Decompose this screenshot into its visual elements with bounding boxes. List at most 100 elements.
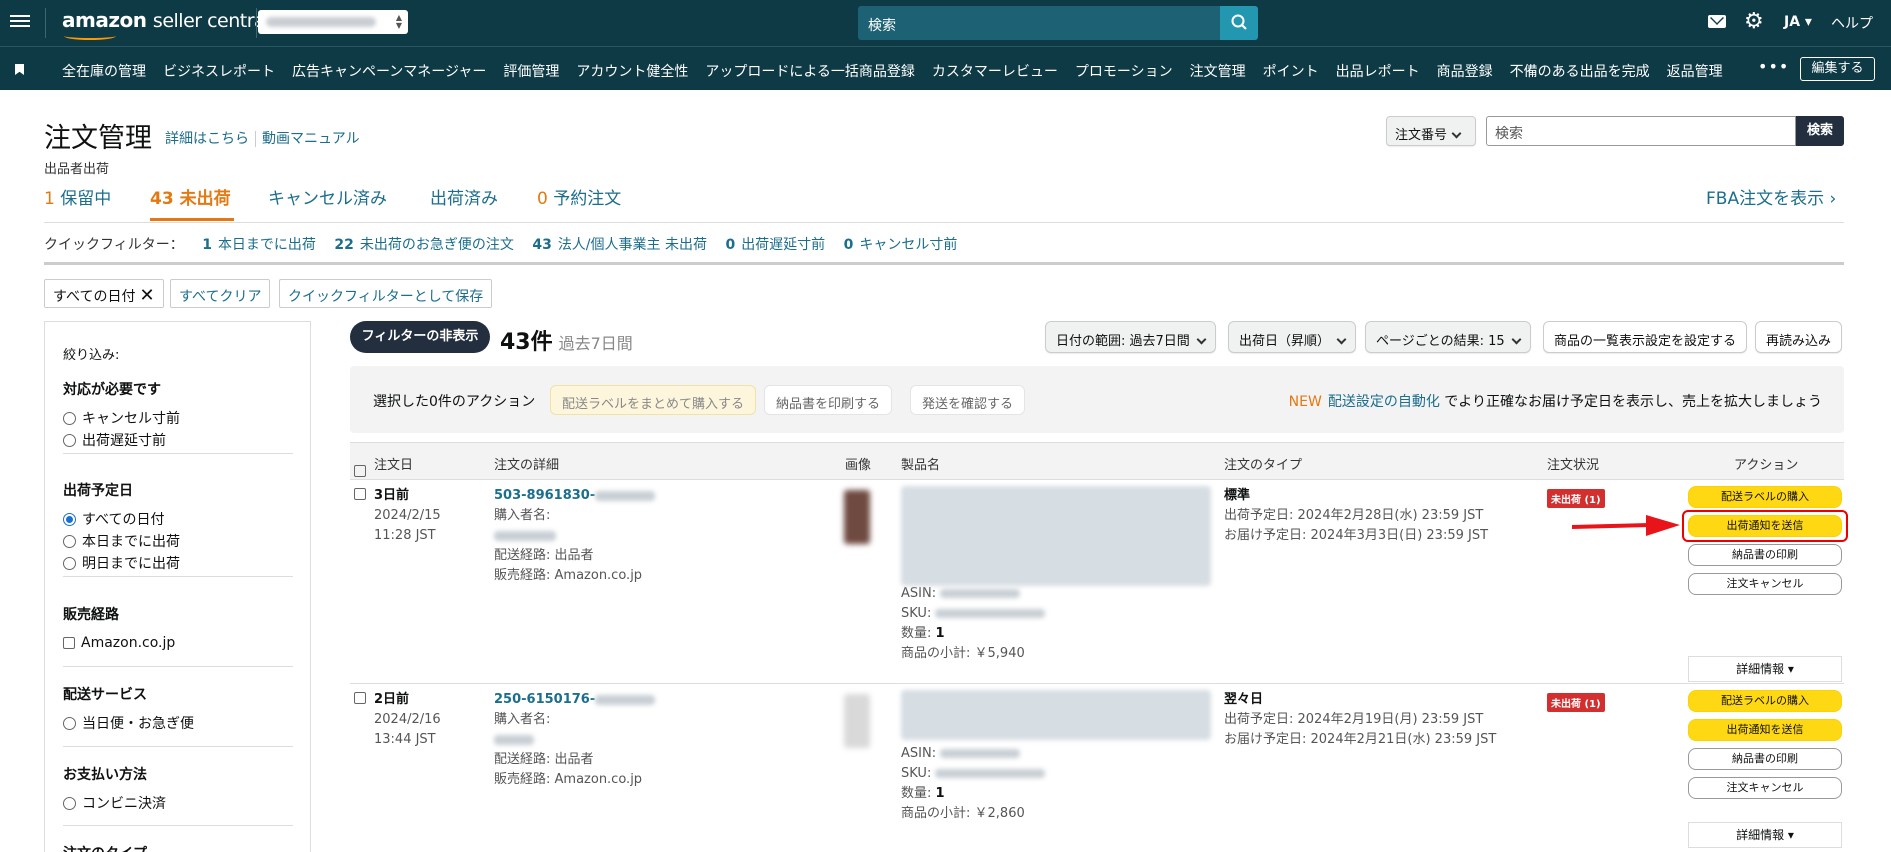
order-details-cell: 503-8961830- 購入者名: 配送経路: 出品者 販売経路: Amazo… [494, 486, 656, 586]
cancel-order-button[interactable]: 注文キャンセル [1688, 777, 1842, 799]
checkbox[interactable] [354, 692, 366, 704]
quick-filter-near-cancel[interactable]: 0 キャンセル寸前 [844, 237, 958, 253]
product-image[interactable] [844, 490, 870, 544]
print-packing-slip-button[interactable]: 納品書の印刷 [1688, 748, 1842, 770]
nav-item-campaign-manager[interactable]: 広告キャンペーンマネージャー [292, 61, 486, 81]
row-checkbox[interactable] [354, 692, 372, 708]
nav-item-inventory[interactable]: 全在庫の管理 [62, 61, 146, 81]
print-packing-slip-button[interactable]: 納品書の印刷 [1688, 544, 1842, 566]
nav-item-returns[interactable]: 返品管理 [1667, 61, 1723, 81]
shipping-automation-link[interactable]: 配送設定の自動化 [1328, 394, 1440, 410]
nav-item-business-reports[interactable]: ビジネスレポート [163, 61, 275, 81]
nav-item-bulk-upload[interactable]: アップロードによる一括商品登録 [705, 61, 915, 81]
filter-chip-all-dates[interactable]: すべての日付 ✕ [44, 279, 164, 308]
nav-item-orders[interactable]: 注文管理 [1190, 61, 1246, 81]
nav-item-points[interactable]: ポイント [1263, 61, 1319, 81]
mail-icon[interactable] [1708, 15, 1726, 28]
column-order-type: 注文のタイプ [1224, 458, 1303, 473]
video-manual-link[interactable]: 動画マニュアル [262, 131, 360, 147]
amazon-seller-central-logo[interactable]: amazon seller central [62, 8, 270, 40]
print-packing-slip-button[interactable]: 納品書を印刷する [764, 385, 893, 415]
radio-button[interactable] [63, 796, 76, 810]
redacted-product-name[interactable] [901, 690, 1211, 740]
confirm-shipment-button[interactable]: 発送を確認する [910, 385, 1026, 415]
filter-option-all-dates[interactable]: すべての日付 [63, 508, 293, 530]
tab-cancelled[interactable]: キャンセル済み [268, 184, 387, 209]
cancel-order-button[interactable]: 注文キャンセル [1688, 573, 1842, 595]
order-search-type-select[interactable]: 注文番号 [1386, 116, 1476, 146]
redacted-product-name[interactable] [901, 486, 1211, 586]
bulk-action-label: 選択した0件のアクション [373, 394, 536, 410]
product-image[interactable] [844, 694, 870, 748]
more-details-button[interactable]: 詳細情報 ▾ [1688, 656, 1842, 682]
tab-pending[interactable]: 1 保留中 [44, 184, 111, 209]
filter-option-near-cancel[interactable]: キャンセル寸前 [63, 407, 293, 429]
quick-filter-prime-unshipped[interactable]: 22 未出荷のお急ぎ便の注文 [334, 237, 513, 253]
radio-button[interactable] [63, 433, 76, 447]
filter-section-order-type: 注文のタイプ [63, 843, 293, 852]
nav-item-promotions[interactable]: プロモーション [1075, 61, 1173, 81]
nav-item-feedback[interactable]: 評価管理 [503, 61, 559, 81]
language-selector[interactable]: JA ▾ [1784, 14, 1812, 30]
filter-option-ship-today[interactable]: 本日までに出荷 [63, 530, 293, 552]
send-shipping-notification-button[interactable]: 出荷通知を送信 [1688, 719, 1842, 741]
bookmark-icon[interactable] [15, 64, 24, 75]
column-order-date[interactable]: 注文日 [374, 454, 413, 473]
tab-unshipped[interactable]: 43 未出荷 [150, 184, 231, 209]
checkbox[interactable] [354, 465, 366, 477]
learn-more-link[interactable]: 詳細はこちら [165, 131, 249, 147]
tab-preorder[interactable]: 0 予約注文 [537, 184, 621, 209]
close-icon[interactable]: ✕ [139, 285, 154, 306]
radio-button[interactable] [63, 534, 76, 548]
radio-button[interactable] [63, 556, 76, 570]
quick-filter-ship-today[interactable]: 1 本日までに出荷 [202, 237, 316, 253]
more-details-button[interactable]: 詳細情報 ▾ [1688, 822, 1842, 848]
order-search-button[interactable]: 検索 [1796, 116, 1844, 146]
global-search-input[interactable]: 検索 [858, 6, 1220, 40]
subtotal-label: 商品の小計: [901, 646, 971, 661]
quick-filter-late-ship[interactable]: 0 出荷遅延寸前 [725, 237, 825, 253]
filter-option-near-late[interactable]: 出荷遅延寸前 [63, 429, 293, 451]
list-settings-button[interactable]: 商品の一覧表示設定を設定する [1543, 321, 1748, 353]
order-search-input[interactable]: 検索 [1486, 116, 1796, 146]
edit-nav-button[interactable]: 編集する [1800, 57, 1875, 81]
option-label: 出荷遅延寸前 [82, 433, 166, 449]
clear-all-button[interactable]: すべてクリア [170, 279, 271, 308]
date-range-select[interactable]: 日付の範囲: 過去7日間 [1045, 321, 1216, 353]
buy-shipping-label-button[interactable]: 配送ラベルの購入 [1688, 486, 1842, 508]
global-search-button[interactable] [1220, 6, 1258, 40]
bulk-buy-labels-button[interactable]: 配送ラベルをまとめて購入する [550, 385, 757, 415]
per-page-select[interactable]: ページごとの結果: 15 [1365, 321, 1531, 353]
order-id-link[interactable]: 250-6150176- [494, 692, 595, 707]
filter-option-ship-tomorrow[interactable]: 明日までに出荷 [63, 552, 293, 574]
nav-item-add-product[interactable]: 商品登録 [1437, 61, 1493, 81]
hamburger-menu-icon[interactable] [10, 12, 30, 32]
hide-filters-button[interactable]: フィルターの非表示 [350, 321, 490, 353]
nav-item-fix-listings[interactable]: 不備のある出品を完成 [1510, 61, 1650, 81]
checkbox[interactable] [63, 637, 75, 649]
save-quick-filter-button[interactable]: クイックフィルターとして保存 [279, 279, 493, 308]
radio-button-selected[interactable] [63, 512, 76, 526]
order-id-link[interactable]: 503-8961830- [494, 488, 595, 503]
radio-button[interactable] [63, 716, 76, 730]
fba-orders-link[interactable]: FBA注文を表示 › [1706, 184, 1836, 209]
radio-button[interactable] [63, 411, 76, 425]
reload-button[interactable]: 再読み込み [1755, 321, 1843, 353]
marketplace-selector[interactable]: ▲ ▼ [258, 10, 408, 34]
checkbox[interactable] [354, 488, 366, 500]
buy-shipping-label-button[interactable]: 配送ラベルの購入 [1688, 690, 1842, 712]
sort-select[interactable]: 出荷日（昇順） [1228, 321, 1357, 353]
help-link[interactable]: ヘルプ [1831, 13, 1873, 33]
filter-option-amazon-jp[interactable]: Amazon.co.jp [63, 632, 293, 654]
nav-item-account-health[interactable]: アカウント健全性 [576, 61, 688, 81]
more-icon[interactable]: ••• [1758, 57, 1789, 76]
nav-item-listing-reports[interactable]: 出品レポート [1336, 61, 1420, 81]
gear-icon[interactable]: ⚙ [1744, 11, 1764, 33]
row-checkbox[interactable] [354, 488, 372, 504]
filter-option-express[interactable]: 当日便・お急ぎ便 [63, 712, 293, 734]
quick-filter-business-unshipped[interactable]: 43 法人/個人事業主 未出荷 [532, 237, 707, 253]
tab-shipped[interactable]: 出荷済み [430, 184, 498, 209]
date-range-value: 日付の範囲: 過去7日間 [1056, 334, 1190, 349]
filter-option-konbini[interactable]: コンビニ決済 [63, 792, 293, 814]
nav-item-customer-reviews[interactable]: カスタマーレビュー [932, 61, 1058, 81]
